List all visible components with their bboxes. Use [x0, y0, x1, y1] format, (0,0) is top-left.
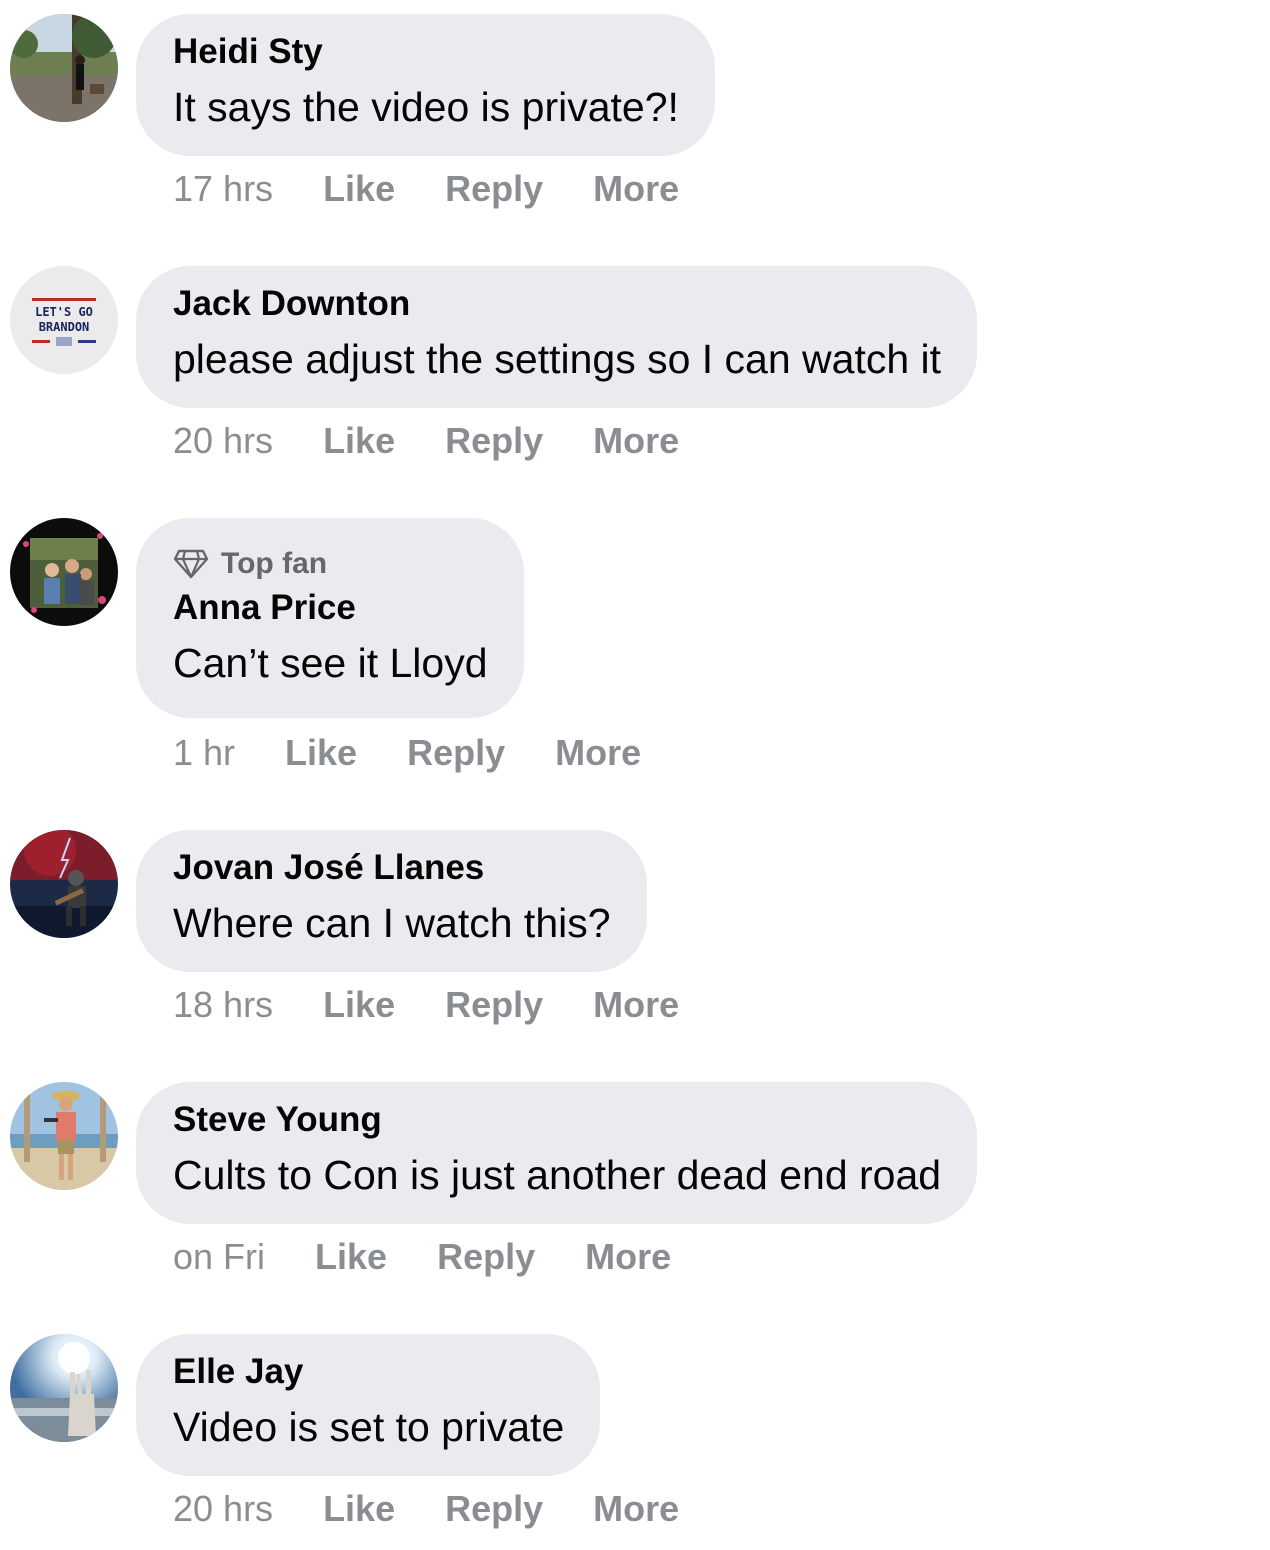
comment-author[interactable]: Steve Young — [173, 1100, 941, 1140]
top-fan-badge: Top fan — [173, 544, 488, 584]
like-button[interactable]: Like — [323, 419, 395, 463]
comment-author[interactable]: Jack Downton — [173, 284, 941, 324]
reply-button[interactable]: Reply — [437, 1235, 535, 1279]
comment-actions: on Fri Like Reply More — [173, 1235, 721, 1279]
avatar[interactable] — [10, 14, 118, 122]
comment-actions: 1 hr Like Reply More — [173, 731, 691, 775]
comment-actions: 18 hrs Like Reply More — [173, 983, 729, 1027]
avatar[interactable] — [10, 1334, 118, 1442]
comment-text: Cults to Con is just another dead end ro… — [173, 1152, 942, 1198]
more-button[interactable]: More — [593, 983, 679, 1027]
like-button[interactable]: Like — [285, 731, 357, 775]
comment-text: Video is set to private — [173, 1404, 565, 1450]
reply-button[interactable]: Reply — [407, 731, 505, 775]
avatar-text: LET'S GO — [35, 305, 93, 319]
comment-author[interactable]: Heidi Sty — [173, 32, 679, 72]
comment-list: Heidi Sty It says the video is private?!… — [0, 0, 1270, 1550]
more-button[interactable]: More — [593, 167, 679, 211]
reply-button[interactable]: Reply — [445, 419, 543, 463]
comment-actions: 20 hrs Like Reply More — [173, 419, 729, 463]
more-button[interactable]: More — [593, 419, 679, 463]
comment-bubble: Top fan Anna Price Can’t see it Lloyd — [136, 518, 524, 718]
more-button[interactable]: More — [555, 731, 641, 775]
comment-bubble: Jovan José Llanes Where can I watch this… — [136, 830, 647, 972]
diamond-icon — [173, 549, 209, 579]
like-button[interactable]: Like — [323, 167, 395, 211]
like-button[interactable]: Like — [323, 983, 395, 1027]
like-button[interactable]: Like — [315, 1235, 387, 1279]
comment-bubble: Heidi Sty It says the video is private?! — [136, 14, 715, 156]
comment-actions: 20 hrs Like Reply More — [173, 1487, 729, 1531]
reply-button[interactable]: Reply — [445, 983, 543, 1027]
comment-bubble: Jack Downton please adjust the settings … — [136, 266, 978, 408]
comment-bubble: Elle Jay Video is set to private — [136, 1334, 601, 1476]
comment-text: It says the video is private?! — [173, 84, 679, 130]
avatar[interactable] — [10, 1082, 118, 1190]
avatar[interactable] — [10, 518, 118, 626]
comment-author[interactable]: Jovan José Llanes — [173, 848, 611, 888]
avatar[interactable]: LET'S GO BRANDON — [10, 266, 118, 374]
comment-author[interactable]: Anna Price — [173, 588, 488, 628]
comment-timestamp[interactable]: 18 hrs — [173, 983, 273, 1027]
comment-text: please adjust the settings so I can watc… — [173, 336, 942, 382]
like-button[interactable]: Like — [323, 1487, 395, 1531]
reply-button[interactable]: Reply — [445, 1487, 543, 1531]
avatar-text: BRANDON — [39, 320, 90, 334]
avatar[interactable] — [10, 830, 118, 938]
comment-timestamp[interactable]: 20 hrs — [173, 419, 273, 463]
comment-text: Can’t see it Lloyd — [173, 640, 488, 686]
comment-author[interactable]: Elle Jay — [173, 1352, 564, 1392]
comment-timestamp[interactable]: 20 hrs — [173, 1487, 273, 1531]
comment-timestamp[interactable]: 17 hrs — [173, 167, 273, 211]
comment-timestamp[interactable]: on Fri — [173, 1235, 265, 1279]
more-button[interactable]: More — [585, 1235, 671, 1279]
comment-bubble: Steve Young Cults to Con is just another… — [136, 1082, 978, 1224]
reply-button[interactable]: Reply — [445, 167, 543, 211]
comment-text: Where can I watch this? — [173, 900, 611, 946]
comment-actions: 17 hrs Like Reply More — [173, 167, 729, 211]
more-button[interactable]: More — [593, 1487, 679, 1531]
comment-timestamp[interactable]: 1 hr — [173, 731, 235, 775]
top-fan-label: Top fan — [221, 547, 328, 580]
